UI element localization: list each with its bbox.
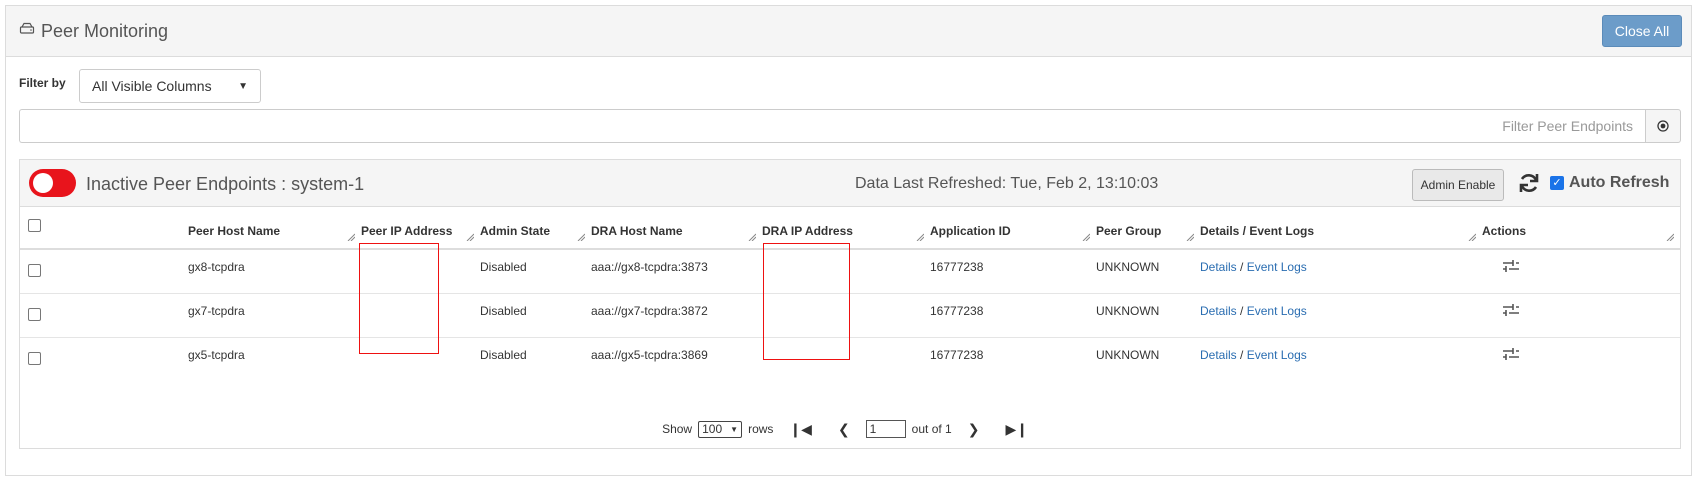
redaction-box bbox=[359, 243, 439, 354]
admin-enable-button[interactable]: Admin Enable bbox=[1412, 169, 1504, 201]
out-of-label: out of 1 bbox=[911, 422, 952, 436]
chevron-down-icon: ▼ bbox=[730, 424, 739, 434]
resize-grip-icon[interactable] bbox=[1186, 233, 1194, 241]
next-page-icon[interactable]: ❯ bbox=[958, 421, 990, 438]
peer-monitoring-panel: Peer Monitoring Close All Filter by All … bbox=[5, 5, 1692, 476]
dra-host-name: aaa://gx7-tcpdra:3872 bbox=[591, 303, 708, 318]
sliders-icon[interactable] bbox=[1502, 258, 1520, 274]
clear-icon bbox=[1657, 120, 1669, 132]
filter-by-selected: All Visible Columns bbox=[92, 78, 212, 94]
last-page-icon[interactable]: ▶❙ bbox=[995, 421, 1038, 438]
peer-host-name: gx5-tcpdra bbox=[188, 347, 245, 362]
auto-refresh-label: Auto Refresh bbox=[1569, 174, 1670, 191]
peer-group: UNKNOWN bbox=[1096, 347, 1160, 362]
peer-group: UNKNOWN bbox=[1096, 303, 1160, 318]
col-dra-host-name[interactable]: DRA Host Name bbox=[591, 207, 762, 250]
dra-host-name: aaa://gx5-tcpdra:3869 bbox=[591, 347, 708, 362]
close-all-button[interactable]: Close All bbox=[1602, 15, 1682, 47]
resize-grip-icon[interactable] bbox=[1468, 233, 1476, 241]
col-actions[interactable]: Actions bbox=[1482, 207, 1680, 250]
resize-grip-icon[interactable] bbox=[577, 233, 585, 241]
table-row: gx5-tcpdra Disabled aaa://gx5-tcpdra:386… bbox=[20, 336, 1680, 381]
admin-state: Disabled bbox=[480, 303, 527, 318]
select-all-header bbox=[20, 207, 188, 250]
table-header-row: Peer Host Name Peer IP Address Admin Sta… bbox=[20, 207, 1680, 250]
row-checkbox[interactable] bbox=[28, 264, 41, 277]
panel-header: Peer Monitoring Close All bbox=[6, 6, 1691, 57]
admin-state: Disabled bbox=[480, 347, 527, 362]
resize-grip-icon[interactable] bbox=[347, 233, 355, 241]
auto-refresh-checkbox[interactable]: ✓ bbox=[1550, 176, 1564, 190]
refresh-icon[interactable] bbox=[1517, 171, 1541, 195]
peer-group: UNKNOWN bbox=[1096, 260, 1160, 274]
filter-peer-endpoints-input[interactable]: Filter Peer Endpoints bbox=[19, 109, 1645, 143]
search-row: Filter Peer Endpoints bbox=[19, 109, 1681, 143]
application-id: 16777238 bbox=[930, 303, 984, 318]
peer-host-name: gx8-tcpdra bbox=[188, 260, 245, 274]
inactive-peers-header: Inactive Peer Endpoints : system-1 Data … bbox=[20, 160, 1680, 207]
application-id: 16777238 bbox=[930, 260, 984, 274]
table-row: gx8-tcpdra Disabled aaa://gx8-tcpdra:387… bbox=[20, 248, 1680, 293]
page-title: Peer Monitoring bbox=[41, 21, 169, 41]
event-logs-link[interactable]: Event Logs bbox=[1247, 348, 1307, 362]
col-peer-host-name[interactable]: Peer Host Name bbox=[188, 207, 361, 250]
filter-row: Filter by All Visible Columns ▼ bbox=[19, 69, 261, 103]
resize-grip-icon[interactable] bbox=[916, 233, 924, 241]
details-link[interactable]: Details bbox=[1200, 304, 1237, 318]
sliders-icon[interactable] bbox=[1502, 346, 1520, 362]
inactive-peers-panel: Inactive Peer Endpoints : system-1 Data … bbox=[19, 159, 1681, 449]
row-checkbox[interactable] bbox=[28, 351, 41, 365]
first-page-icon[interactable]: ❙◀ bbox=[779, 421, 822, 438]
details-link[interactable]: Details bbox=[1200, 348, 1237, 362]
peer-host-name: gx7-tcpdra bbox=[188, 303, 245, 318]
dra-host-name: aaa://gx8-tcpdra:3873 bbox=[591, 260, 708, 274]
col-admin-state[interactable]: Admin State bbox=[480, 207, 591, 250]
event-logs-link[interactable]: Event Logs bbox=[1247, 304, 1307, 318]
col-details-event-logs[interactable]: Details / Event Logs bbox=[1200, 207, 1482, 250]
pagination: Show 100 ▼ rows ❙◀ ❮ 1 out of 1 ❯ ▶❙ bbox=[20, 420, 1680, 438]
page-number-input[interactable]: 1 bbox=[865, 420, 906, 438]
col-peer-group[interactable]: Peer Group bbox=[1096, 207, 1200, 250]
filter-label: Filter by bbox=[19, 76, 66, 90]
clear-filter-button[interactable] bbox=[1645, 109, 1681, 143]
resize-grip-icon[interactable] bbox=[466, 233, 474, 241]
admin-state: Disabled bbox=[480, 260, 527, 274]
drive-icon bbox=[19, 21, 35, 42]
select-all-checkbox[interactable] bbox=[28, 219, 41, 232]
prev-page-icon[interactable]: ❮ bbox=[828, 421, 860, 438]
col-application-id[interactable]: Application ID bbox=[930, 207, 1096, 250]
resize-grip-icon[interactable] bbox=[1082, 233, 1090, 241]
inactive-toggle[interactable] bbox=[29, 169, 76, 197]
row-checkbox[interactable] bbox=[28, 307, 41, 321]
auto-refresh-control[interactable]: ✓ Auto Refresh bbox=[1550, 174, 1669, 192]
separator: / bbox=[1240, 347, 1244, 362]
application-id: 16777238 bbox=[930, 347, 984, 362]
last-refreshed-text: Data Last Refreshed: Tue, Feb 2, 13:10:0… bbox=[855, 175, 1159, 192]
inactive-peers-title: Inactive Peer Endpoints : system-1 bbox=[86, 174, 365, 194]
peer-table: Peer Host Name Peer IP Address Admin Sta… bbox=[20, 207, 1680, 381]
resize-grip-icon[interactable] bbox=[1666, 233, 1674, 241]
separator: / bbox=[1240, 303, 1244, 318]
separator: / bbox=[1240, 260, 1244, 274]
rows-label: rows bbox=[748, 422, 774, 436]
show-label: Show bbox=[662, 422, 693, 436]
rows-per-page-value: 100 bbox=[702, 422, 723, 436]
details-link[interactable]: Details bbox=[1200, 260, 1237, 274]
redaction-box bbox=[763, 243, 850, 360]
event-logs-link[interactable]: Event Logs bbox=[1247, 260, 1307, 274]
resize-grip-icon[interactable] bbox=[748, 233, 756, 241]
panel-title: Peer Monitoring bbox=[19, 21, 168, 42]
toggle-knob bbox=[33, 173, 53, 193]
table-row: gx7-tcpdra Disabled aaa://gx7-tcpdra:387… bbox=[20, 292, 1680, 337]
sliders-icon[interactable] bbox=[1502, 302, 1520, 318]
filter-by-select[interactable]: All Visible Columns ▼ bbox=[79, 69, 261, 103]
rows-per-page-select[interactable]: 100 ▼ bbox=[698, 420, 743, 438]
chevron-down-icon: ▼ bbox=[238, 80, 248, 92]
